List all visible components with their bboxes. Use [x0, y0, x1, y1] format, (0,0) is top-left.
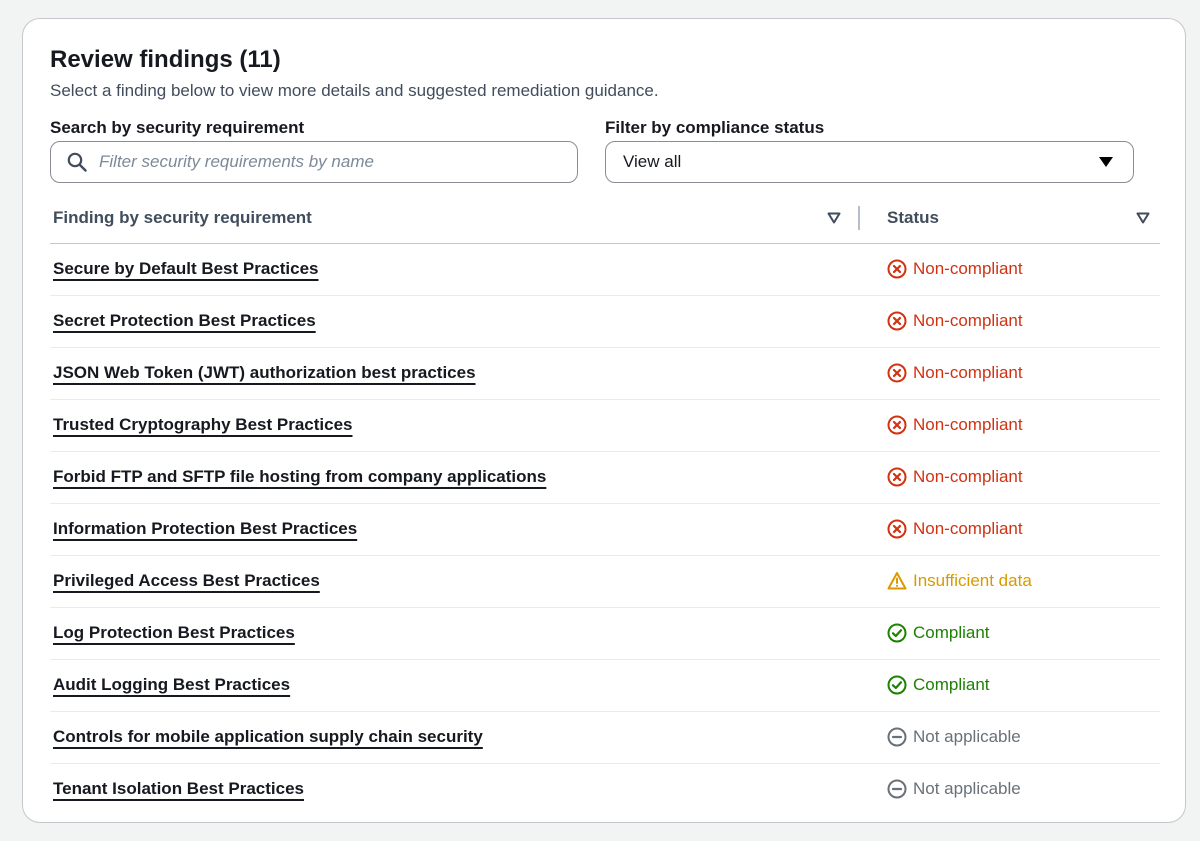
status-text: Insufficient data [913, 571, 1032, 590]
status-indicator: Non-compliant [887, 518, 1023, 540]
x-circle-icon [887, 259, 907, 279]
check-circle-icon [887, 623, 907, 643]
x-circle-icon [887, 415, 907, 435]
minus-circle-icon [887, 727, 907, 747]
select-value: View all [623, 152, 682, 171]
status-text: Compliant [913, 623, 990, 642]
status-indicator: Non-compliant [887, 466, 1023, 488]
status-text: Non-compliant [913, 415, 1023, 434]
finding-link[interactable]: JSON Web Token (JWT) authorization best … [53, 362, 476, 384]
table-row: Trusted Cryptography Best Practices Non-c… [50, 400, 1160, 452]
finding-link[interactable]: Tenant Isolation Best Practices [53, 778, 304, 800]
status-indicator: Not applicable [887, 778, 1021, 800]
finding-link[interactable]: Audit Logging Best Practices [53, 674, 290, 696]
x-circle-icon [887, 519, 907, 539]
table-row: Secure by Default Best Practices Non-comp… [50, 244, 1160, 296]
finding-link[interactable]: Log Protection Best Practices [53, 622, 295, 644]
search-field[interactable] [50, 141, 578, 183]
status-text: Non-compliant [913, 467, 1023, 486]
panel-title: Review findings (11) [50, 46, 281, 73]
x-circle-icon [887, 467, 907, 487]
review-findings-panel: Review findings (11) Select a finding be… [22, 18, 1186, 823]
warning-triangle-icon [887, 572, 907, 590]
filter-label: Filter by compliance status [605, 118, 825, 137]
table-row: JSON Web Token (JWT) authorization best … [50, 348, 1160, 400]
table-row: Log Protection Best Practices Compliant [50, 608, 1160, 660]
finding-link[interactable]: Secure by Default Best Practices [53, 258, 319, 280]
status-indicator: Insufficient data [887, 570, 1032, 592]
finding-link[interactable]: Trusted Cryptography Best Practices [53, 414, 352, 436]
status-indicator: Compliant [887, 674, 990, 696]
status-text: Non-compliant [913, 519, 1023, 538]
status-indicator: Non-compliant [887, 414, 1023, 436]
table-header: Finding by security requirement Status [50, 199, 1160, 244]
status-text: Non-compliant [913, 259, 1023, 278]
sort-descending-icon[interactable] [1136, 211, 1150, 225]
sort-descending-icon[interactable] [827, 211, 841, 225]
finding-link[interactable]: Privileged Access Best Practices [53, 570, 320, 592]
table-row: Privileged Access Best Practices Insuffic… [50, 556, 1160, 608]
table-row: Secret Protection Best Practices Non-comp… [50, 296, 1160, 348]
finding-link[interactable]: Information Protection Best Practices [53, 518, 357, 540]
column-header-finding[interactable]: Finding by security requirement [53, 199, 312, 237]
check-circle-icon [887, 675, 907, 695]
table-row: Forbid FTP and SFTP file hosting from co… [50, 452, 1160, 504]
table-row: Information Protection Best Practices Non… [50, 504, 1160, 556]
search-icon [67, 152, 87, 172]
panel-description: Select a finding below to view more deta… [50, 81, 659, 100]
status-text: Not applicable [913, 727, 1021, 746]
minus-circle-icon [887, 779, 907, 799]
status-text: Not applicable [913, 779, 1021, 798]
column-divider[interactable] [858, 206, 860, 230]
caret-down-icon [1099, 157, 1113, 167]
findings-table-body: Secure by Default Best Practices Non-comp… [50, 244, 1160, 815]
status-indicator: Non-compliant [887, 310, 1023, 332]
status-indicator: Non-compliant [887, 362, 1023, 384]
x-circle-icon [887, 363, 907, 383]
compliance-status-select[interactable]: View all [605, 141, 1134, 183]
status-text: Non-compliant [913, 363, 1023, 382]
finding-link[interactable]: Forbid FTP and SFTP file hosting from co… [53, 466, 546, 488]
status-indicator: Non-compliant [887, 258, 1023, 280]
table-row: Controls for mobile application supply c… [50, 712, 1160, 764]
search-input[interactable] [97, 151, 541, 173]
finding-link[interactable]: Controls for mobile application supply c… [53, 726, 483, 748]
status-indicator: Not applicable [887, 726, 1021, 748]
table-row: Audit Logging Best Practices Compliant [50, 660, 1160, 712]
table-row: Tenant Isolation Best Practices Not appli… [50, 764, 1160, 815]
status-text: Compliant [913, 675, 990, 694]
finding-link[interactable]: Secret Protection Best Practices [53, 310, 316, 332]
search-label: Search by security requirement [50, 118, 305, 137]
x-circle-icon [887, 311, 907, 331]
status-indicator: Compliant [887, 622, 990, 644]
column-header-status[interactable]: Status [887, 199, 939, 237]
status-text: Non-compliant [913, 311, 1023, 330]
